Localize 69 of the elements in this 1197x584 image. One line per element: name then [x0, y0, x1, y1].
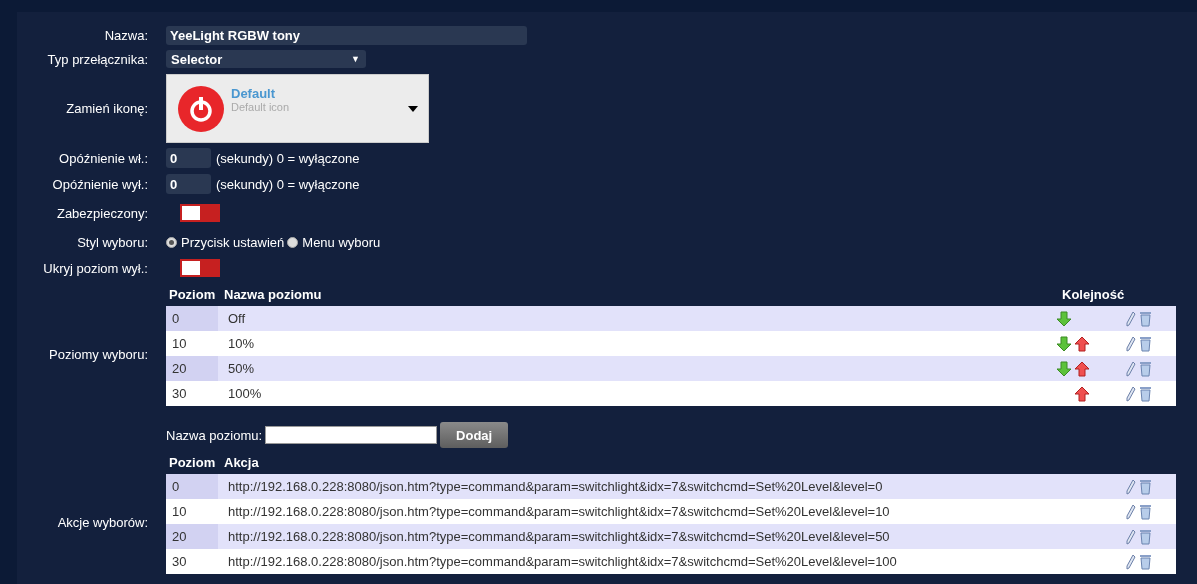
table-cell-text: http://192.168.0.228:8080/json.htm?type=command&param=switchlight&idx=7&switchcmd=Set%20Level&level=50 — [227, 529, 891, 544]
radio-button[interactable] — [287, 236, 299, 248]
protected-toggle[interactable] — [180, 204, 220, 222]
pencil-icon[interactable] — [1126, 335, 1136, 352]
delay-field[interactable]: 0 — [166, 148, 211, 168]
trash-icon[interactable] — [1139, 503, 1152, 520]
table-cell-text: http://192.168.0.228:8080/json.htm?type=command&param=switchlight&idx=7&switchcmd=Set%20Level&level=100 — [227, 554, 898, 569]
table-cell-text: 50% — [227, 361, 256, 376]
field-label: Opóźnienie wył.: — [51, 176, 148, 192]
pencil-icon[interactable] — [1126, 310, 1136, 327]
icon-title: Default — [231, 86, 277, 101]
caret-icon: ▼ — [351, 54, 360, 64]
power-icon — [177, 84, 225, 133]
radio-label: Przycisk ustawień — [181, 234, 285, 250]
up-arrow-icon[interactable] — [1074, 385, 1090, 402]
up-arrow-icon[interactable] — [1074, 360, 1090, 377]
table-cell-text: http://192.168.0.228:8080/json.htm?type=command&param=switchlight&idx=7&switchcmd=Set%20Level&level=0 — [227, 479, 884, 494]
field-label: Typ przełącznika: — [46, 51, 148, 67]
switch-type-select[interactable]: Selector ▼ — [166, 50, 366, 68]
level-name-field[interactable] — [265, 426, 438, 444]
table-cell: 0 — [166, 306, 218, 331]
table-cell-text: 10% — [227, 336, 256, 351]
trash-icon[interactable] — [1139, 310, 1152, 327]
field-label: Ukryj poziom wył.: — [42, 260, 148, 276]
delay-hint: (sekundy) 0 = wyłączone — [216, 150, 360, 166]
radio-label: Menu wyboru — [302, 234, 381, 250]
table-cell-text: 100% — [227, 386, 263, 401]
pencil-icon[interactable] — [1126, 503, 1136, 520]
field-label: Zabezpieczony: — [55, 205, 148, 221]
add-button[interactable]: Dodaj — [440, 422, 509, 448]
delay-hint: (sekundy) 0 = wyłączone — [216, 176, 360, 192]
field-label: Nazwa: — [103, 27, 148, 43]
pencil-icon[interactable] — [1126, 528, 1136, 545]
table-cell: 20 — [166, 524, 218, 549]
trash-icon[interactable] — [1139, 335, 1152, 352]
caret-icon — [408, 105, 418, 112]
table-cell-text: http://192.168.0.228:8080/json.htm?type=command&param=switchlight&idx=7&switchcmd=Set%20Level&level=10 — [227, 504, 891, 519]
radio-button[interactable] — [166, 236, 177, 248]
column-header: Kolejność — [1061, 288, 1126, 302]
trash-icon[interactable] — [1139, 385, 1152, 402]
field-label: Zamień ikonę: — [65, 101, 148, 116]
field-label: Styl wyboru: — [76, 234, 148, 250]
trash-icon[interactable] — [1139, 528, 1152, 545]
column-header: Poziom — [168, 288, 217, 302]
name-field[interactable]: YeeLight RGBW tony — [166, 25, 527, 45]
trash-icon[interactable] — [1139, 360, 1152, 377]
pencil-icon[interactable] — [1126, 553, 1136, 570]
delay-field[interactable]: 0 — [166, 174, 211, 194]
down-arrow-icon[interactable] — [1056, 310, 1072, 327]
pencil-icon[interactable] — [1126, 478, 1136, 495]
table-cell-text: Off — [227, 311, 247, 326]
pencil-icon[interactable] — [1126, 360, 1136, 377]
field-label: Poziomy wyboru: — [48, 345, 148, 362]
trash-icon[interactable] — [1139, 553, 1152, 570]
table-cell: 20 — [166, 356, 218, 381]
table-cell: 0 — [166, 474, 218, 499]
column-header: Nazwa poziomu — [223, 288, 323, 302]
hide-off-toggle[interactable] — [180, 259, 220, 277]
field-label: Opóźnienie wł.: — [58, 150, 148, 166]
column-header: Akcja — [223, 456, 260, 470]
trash-icon[interactable] — [1139, 478, 1152, 495]
field-label: Nazwa poziomu: — [166, 427, 263, 443]
field-label: Akcje wyborów: — [56, 513, 148, 530]
down-arrow-icon[interactable] — [1056, 335, 1072, 352]
pencil-icon[interactable] — [1126, 385, 1136, 402]
column-header: Poziom — [168, 456, 217, 470]
down-arrow-icon[interactable] — [1056, 360, 1072, 377]
up-arrow-icon[interactable] — [1074, 335, 1090, 352]
icon-subtitle: Default icon — [231, 101, 291, 113]
